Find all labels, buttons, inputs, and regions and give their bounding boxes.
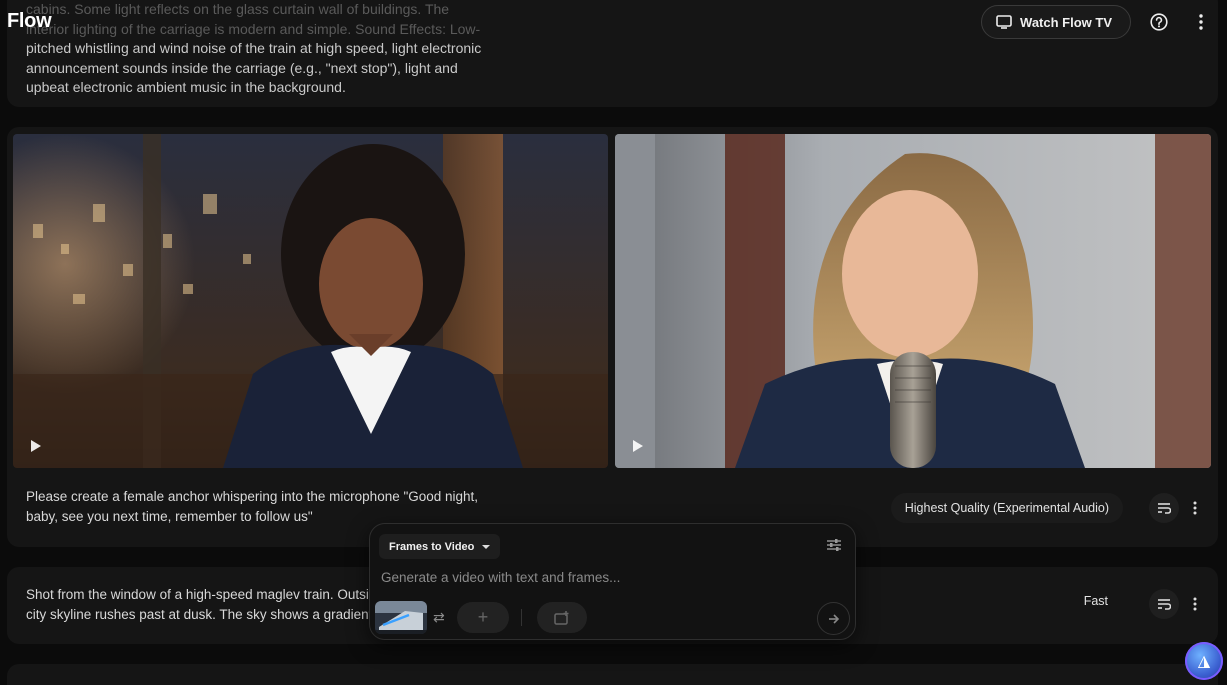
add-frame-button[interactable]: + (457, 602, 509, 633)
frame-add-icon (554, 610, 569, 625)
reuse-prompt-icon (1158, 503, 1171, 514)
help-circle-icon (1150, 13, 1168, 31)
arrow-right-icon (828, 613, 839, 624)
assistant-avatar-button[interactable]: ◮ (1185, 642, 1223, 680)
send-button[interactable] (817, 602, 850, 635)
swap-frames-icon[interactable]: ⇄ (433, 609, 445, 626)
play-icon[interactable] (31, 440, 41, 452)
end-frame-button[interactable] (537, 602, 587, 633)
mode-selector[interactable]: Frames to Video (379, 534, 501, 559)
prompt-line-1: Shot from the window of a high-speed mag… (26, 587, 376, 602)
watch-flow-tv-label: Watch Flow TV (1020, 14, 1112, 30)
settings-button[interactable] (827, 538, 841, 556)
card-more-button[interactable] (1180, 493, 1210, 523)
assistant-logo-icon: ◮ (1197, 653, 1211, 670)
chevron-down-icon (482, 544, 491, 549)
watch-flow-tv-button[interactable]: Watch Flow TV (981, 5, 1131, 39)
mode-label: Frames to Video (389, 540, 475, 553)
reuse-prompt-button[interactable] (1149, 493, 1179, 523)
anchor-studio-image (615, 134, 1211, 468)
more-vert-icon (1199, 14, 1203, 30)
reuse-prompt-icon (1158, 599, 1171, 610)
reuse-prompt-button[interactable] (1149, 589, 1179, 619)
more-vert-icon (1193, 597, 1197, 611)
quality-badge: Fast (1083, 594, 1108, 608)
more-vert-icon (1193, 501, 1197, 515)
tune-icon (827, 539, 841, 551)
generation-card-anchor: Please create a female anchor whispering… (7, 127, 1218, 547)
help-button[interactable] (1145, 8, 1173, 36)
quality-badge: Highest Quality (Experimental Audio) (890, 493, 1123, 523)
prompt-text-visible: pitched whistling and wind noise of the … (26, 40, 482, 96)
plus-icon: + (477, 607, 489, 627)
play-icon[interactable] (633, 440, 643, 452)
tv-icon (996, 15, 1012, 29)
prompt-composer: Frames to Video ⇄ + (369, 523, 856, 640)
app-logo[interactable]: Flow (7, 10, 52, 33)
prompt-line-2: city skyline rushes past at dusk. The sk… (26, 607, 373, 622)
composer-divider (521, 609, 522, 626)
generation-card-next (7, 664, 1218, 685)
top-bar-actions: Watch Flow TV (981, 5, 1215, 39)
card-more-button[interactable] (1180, 589, 1210, 619)
prompt-text-maglev: Shot from the window of a high-speed mag… (26, 585, 376, 625)
train-frame-image (375, 601, 427, 634)
anchor-newsroom-image (13, 134, 608, 468)
prompt-text-top: cabins. Some light reflects on the glass… (26, 0, 486, 98)
start-frame-thumbnail[interactable] (375, 601, 427, 634)
prompt-text-anchor: Please create a female anchor whispering… (26, 489, 479, 524)
video-thumbnail-2[interactable] (615, 134, 1211, 468)
prompt-input[interactable] (381, 570, 801, 585)
prompt-text-faded: cabins. Some light reflects on the glass… (26, 1, 481, 37)
video-thumbnail-1[interactable] (13, 134, 608, 468)
more-options-button[interactable] (1187, 8, 1215, 36)
